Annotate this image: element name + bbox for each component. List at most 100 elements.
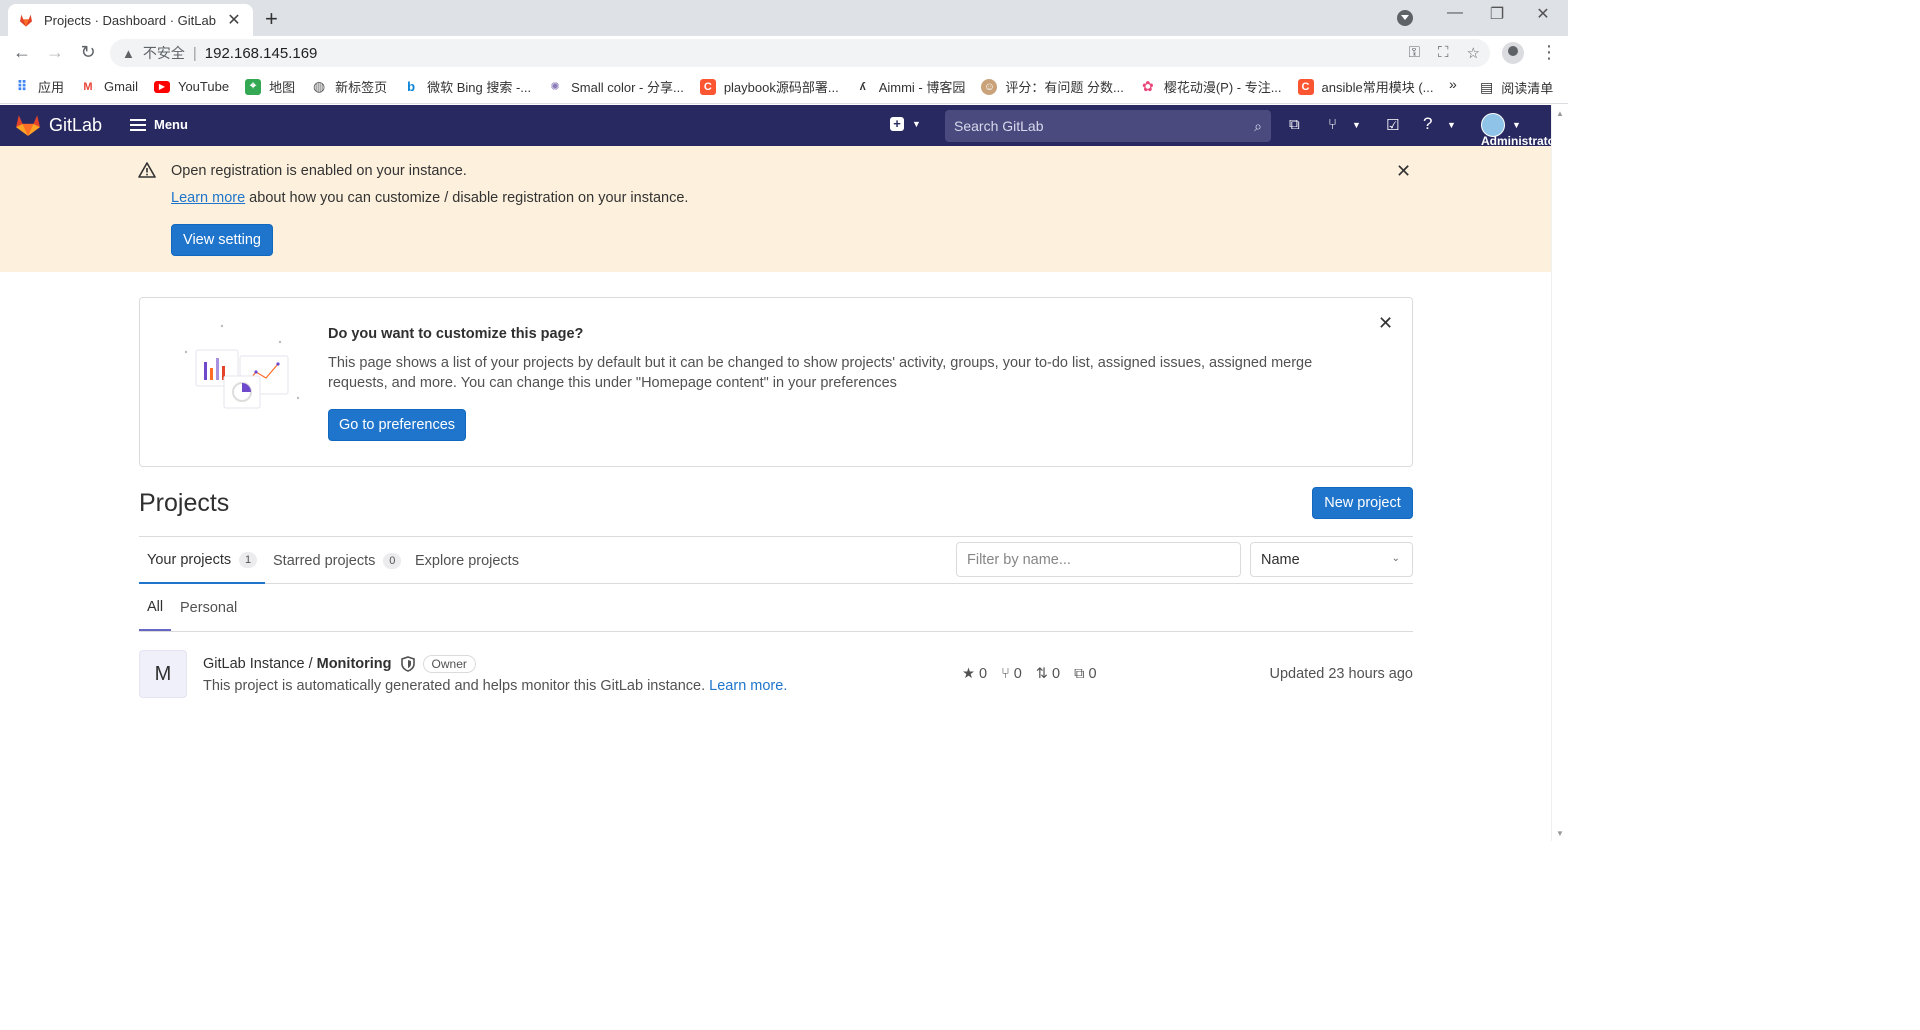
minimize-icon[interactable]: — xyxy=(1432,4,1478,22)
reading-list-icon: ▤ xyxy=(1480,79,1494,95)
bookmark-score[interactable]: ☺ 评分：有问题 分数... xyxy=(981,77,1124,96)
merge-requests-icon[interactable]: ⑂ xyxy=(1328,116,1337,133)
reload-icon[interactable]: ↻ xyxy=(77,42,99,63)
translate-icon[interactable]: ⛶ xyxy=(1438,44,1449,62)
bookmark-newtab[interactable]: ◍ 新标签页 xyxy=(311,77,387,96)
close-icon[interactable]: ✕ xyxy=(1396,161,1411,182)
bookmark-playbook[interactable]: C playbook源码部署... xyxy=(699,77,839,96)
new-tab-icon[interactable]: + xyxy=(265,6,278,32)
scroll-down-icon[interactable]: ▼ xyxy=(1556,829,1564,838)
sort-dropdown[interactable]: Name ⌄ xyxy=(1250,542,1413,577)
project-title[interactable]: GitLab Instance / Monitoring Owner xyxy=(203,655,476,673)
youtube-icon: ▶ xyxy=(153,80,170,93)
window-close-icon[interactable]: ✕ xyxy=(1520,4,1566,24)
scrollbar[interactable]: ▲ ▼ xyxy=(1551,105,1568,841)
address-bar-row: ← → ↻ ▲ 不安全 | 192.168.145.169 ⚿ ⛶ ☆ ⋮ xyxy=(0,36,1568,70)
merge-requests-stat[interactable]: ⇅ 0 xyxy=(1036,666,1060,682)
sort-value: Name xyxy=(1261,551,1300,568)
new-project-button[interactable]: New project xyxy=(1312,487,1413,519)
browser-tab[interactable]: Projects · Dashboard · GitLab ✕ xyxy=(8,4,253,36)
bookmark-bing[interactable]: b 微软 Bing 搜索 -... xyxy=(403,77,531,96)
bookmark-label: 应用 xyxy=(38,80,65,95)
project-description-text: This project is automatically generated … xyxy=(203,678,706,694)
url-text[interactable]: 192.168.145.169 xyxy=(205,45,318,62)
dashboard-illustration-icon xyxy=(184,324,300,409)
bookmark-label: Small color - 分享... xyxy=(571,80,684,95)
bookmark-smallcolor[interactable]: ✺ Small color - 分享... xyxy=(547,77,684,96)
close-icon[interactable]: ✕ xyxy=(1378,313,1393,334)
chevron-down-icon: ⌄ xyxy=(1391,553,1400,564)
go-to-preferences-button[interactable]: Go to preferences xyxy=(328,409,466,441)
bookmark-aimmi[interactable]: ʎ Aimmi - 博客园 xyxy=(855,77,966,96)
subtab-all[interactable]: All xyxy=(139,584,172,631)
bookmark-youtube[interactable]: ▶ YouTube xyxy=(153,79,229,94)
bookmark-ansible[interactable]: C ansible常用模块 (... xyxy=(1297,77,1434,96)
project-avatar[interactable]: M xyxy=(139,650,187,698)
bookmark-label: Aimmi - 博客园 xyxy=(878,80,966,95)
project-description: This project is automatically generated … xyxy=(203,678,787,694)
gitlab-favicon-icon xyxy=(20,14,32,27)
bookmarks-more-icon[interactable]: » xyxy=(1449,76,1457,92)
search-box[interactable]: ⌕ xyxy=(945,110,1271,142)
issues-icon[interactable]: ⧉ xyxy=(1289,116,1300,133)
chevron-down-icon[interactable]: ▼ xyxy=(1447,120,1456,130)
omnibox-separator: | xyxy=(192,44,197,62)
project-learn-more-link[interactable]: Learn more. xyxy=(709,678,787,694)
todo-icon[interactable]: ☑ xyxy=(1386,116,1399,134)
browser-menu-icon[interactable]: ⋮ xyxy=(1540,42,1558,63)
reading-list[interactable]: ▤ 阅读清单 xyxy=(1480,78,1553,97)
tab-your-projects[interactable]: Your projects 1 xyxy=(139,537,266,584)
stars-stat[interactable]: ★ 0 xyxy=(962,666,987,682)
tab-count-badge: 0 xyxy=(383,552,402,569)
project-name[interactable]: Monitoring xyxy=(317,656,392,672)
bing-icon: b xyxy=(407,79,416,94)
back-icon[interactable]: ← xyxy=(11,42,33,63)
key-icon[interactable]: ⚿ xyxy=(1409,44,1420,62)
search-input[interactable] xyxy=(954,118,1255,134)
subtab-personal[interactable]: Personal xyxy=(180,584,237,631)
tab-close-icon[interactable]: ✕ xyxy=(225,10,243,30)
bookmark-label: 微软 Bing 搜索 -... xyxy=(427,80,532,95)
blog-icon: ʎ xyxy=(859,80,866,93)
view-setting-button[interactable]: View setting xyxy=(171,224,273,256)
forward-icon[interactable]: → xyxy=(44,42,66,63)
forks-stat[interactable]: ⑂ 0 xyxy=(1001,666,1022,682)
issues-stat[interactable]: ⧉ 0 xyxy=(1074,666,1096,682)
issues-count: 0 xyxy=(1088,666,1097,682)
chevron-down-icon[interactable]: ▼ xyxy=(1352,120,1361,130)
issues-icon: ⧉ xyxy=(1074,666,1085,682)
gitlab-home-link[interactable]: GitLab xyxy=(15,113,102,137)
bookmark-label: 樱花动漫(P) - 专注... xyxy=(1163,80,1282,95)
new-dropdown[interactable]: + ▼ xyxy=(890,117,921,131)
tab-label: Explore projects xyxy=(415,552,519,569)
gmail-icon: M xyxy=(83,80,93,93)
omnibox[interactable]: ▲ 不安全 | 192.168.145.169 ⚿ ⛶ ☆ xyxy=(110,39,1490,67)
tab-starred-projects[interactable]: Starred projects 0 xyxy=(273,537,402,584)
menu-button[interactable]: Menu xyxy=(130,117,188,132)
account-avatar-icon[interactable] xyxy=(1502,42,1524,64)
tab-explore-projects[interactable]: Explore projects xyxy=(415,537,519,584)
menu-label: Menu xyxy=(154,117,188,132)
chevron-down-icon[interactable]: ▼ xyxy=(1512,120,1521,130)
bookmark-gmail[interactable]: M Gmail xyxy=(80,79,138,95)
search-icon[interactable]: ⌕ xyxy=(1254,118,1262,135)
learn-more-link[interactable]: Learn more xyxy=(171,190,245,206)
card-title: Do you want to customize this page? xyxy=(328,326,584,342)
shield-icon xyxy=(400,656,415,672)
bookmark-label: 地图 xyxy=(269,80,296,95)
bookmark-apps[interactable]: ⠿ 应用 xyxy=(14,77,64,96)
bookmark-maps[interactable]: ⌖ 地图 xyxy=(245,77,295,96)
scroll-up-icon[interactable]: ▲ xyxy=(1556,109,1564,118)
tab-count-badge: 1 xyxy=(239,551,258,568)
filter-by-name-input[interactable] xyxy=(956,542,1241,577)
tab-search-icon[interactable] xyxy=(1397,10,1413,26)
avatar-icon: ☺ xyxy=(981,78,998,95)
restore-icon[interactable]: ❐ xyxy=(1474,4,1520,24)
bookmark-sakura[interactable]: ✿ 樱花动漫(P) - 专注... xyxy=(1140,77,1282,96)
gitlab-logo-icon xyxy=(16,115,40,136)
project-stats: ★ 0 ⑂ 0 ⇅ 0 ⧉ 0 xyxy=(962,666,1097,682)
project-namespace[interactable]: GitLab Instance / xyxy=(203,656,313,672)
help-icon[interactable]: ? xyxy=(1423,114,1432,134)
apps-grid-icon: ⠿ xyxy=(16,78,28,94)
bookmark-star-icon[interactable]: ☆ xyxy=(1467,44,1480,62)
